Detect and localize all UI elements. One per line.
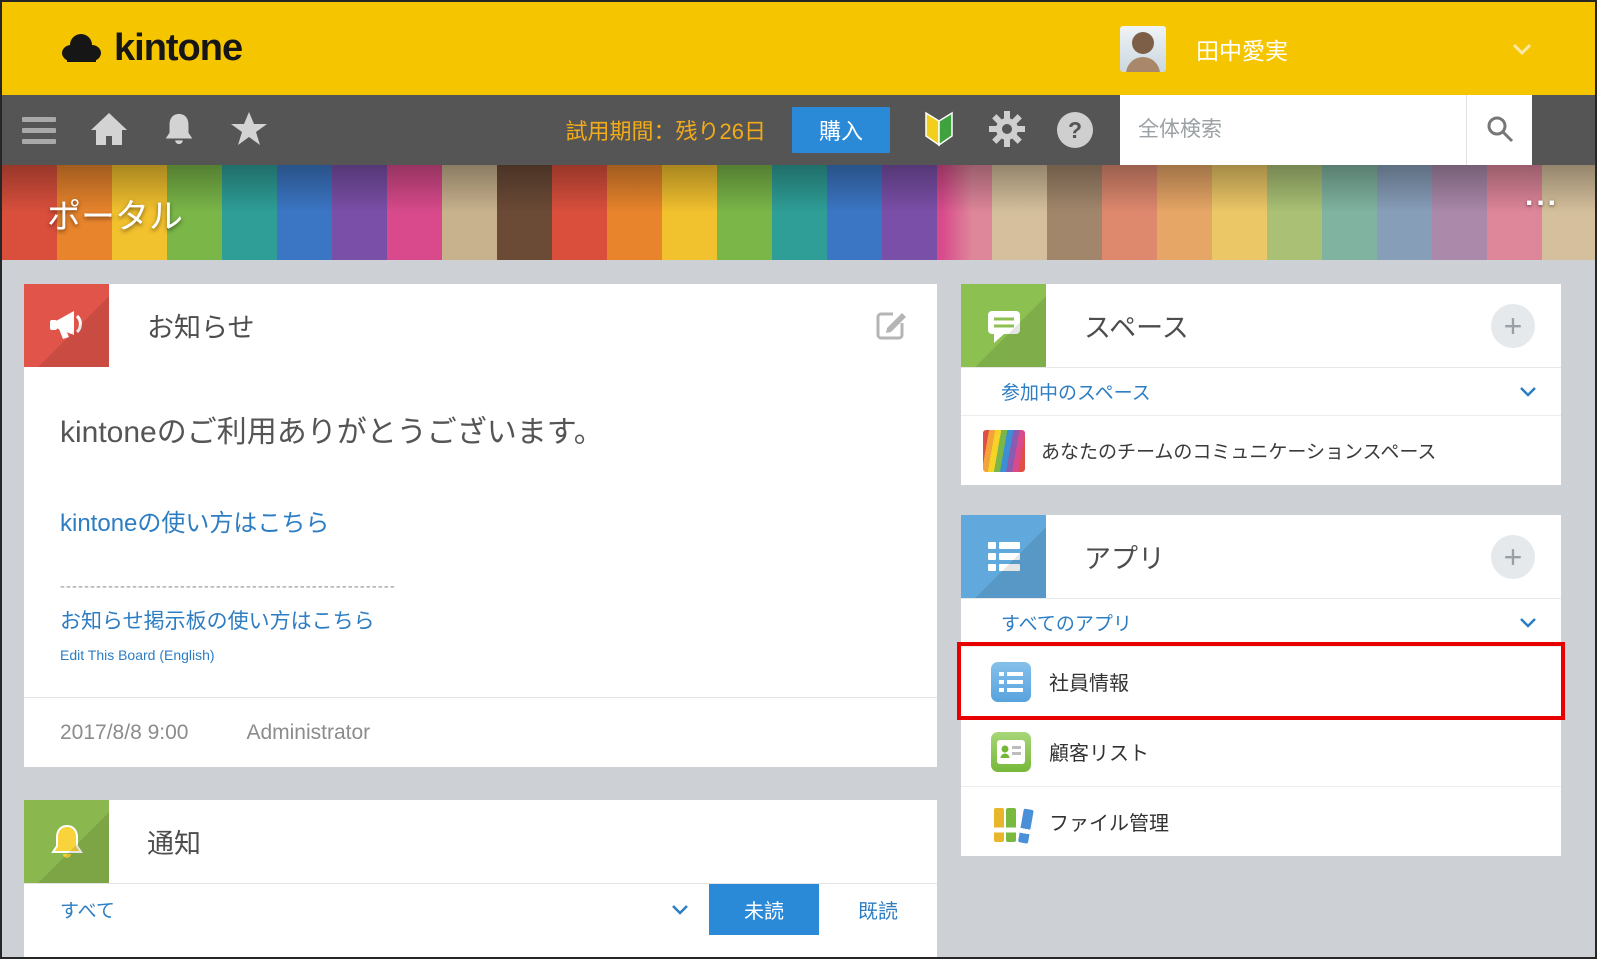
notifications-title: 通知 xyxy=(147,822,201,861)
app-name: 社員情報 xyxy=(1049,667,1129,696)
edit-board-button[interactable] xyxy=(873,306,909,345)
hamburger-menu-button[interactable] xyxy=(16,95,62,165)
search-icon xyxy=(1485,114,1515,147)
global-search xyxy=(1120,95,1532,165)
avatar xyxy=(1120,26,1166,72)
announcement-heading: kintoneのご利用ありがとうございます。 xyxy=(60,407,901,451)
bell-icon xyxy=(160,111,198,150)
notifications-panel: 通知 すべて 未読 既読 xyxy=(24,800,937,957)
announcement-author: Administrator xyxy=(246,721,370,745)
announcement-panel: お知らせ kintoneのご利用ありがとうございます。 kintoneの使い方は… xyxy=(24,284,937,767)
spaces-header: スペース + xyxy=(961,284,1561,367)
chevron-down-icon xyxy=(1512,43,1532,55)
announcement-header: お知らせ xyxy=(24,284,937,367)
notifications-filter-label: すべて xyxy=(60,896,115,923)
apps-title: アプリ xyxy=(1084,537,1165,576)
home-button[interactable] xyxy=(86,95,132,165)
spaces-filter-label: 参加中のスペース xyxy=(1001,378,1151,405)
main-navbar: 試用期間：残り26日 購入 xyxy=(2,95,1595,165)
kintone-logo[interactable]: kintone xyxy=(58,27,242,70)
logo-text: kintone xyxy=(114,27,242,70)
home-icon xyxy=(89,111,129,150)
edit-pencil-icon xyxy=(873,306,909,345)
space-name: あなたのチームのコミュニケーションスペース xyxy=(1041,437,1436,464)
announcement-timestamp: 2017/8/8 9:00 xyxy=(60,721,188,745)
speech-bubble-icon xyxy=(961,284,1046,367)
dashed-divider: ----------------------------------------… xyxy=(60,578,901,595)
announcement-title: お知らせ xyxy=(147,306,254,345)
settings-button[interactable] xyxy=(984,95,1030,165)
kintone-portal-page: kintone 田中愛実 xyxy=(0,0,1597,959)
app-name: 顧客リスト xyxy=(1049,737,1149,766)
hamburger-icon xyxy=(22,117,56,144)
app-item[interactable]: 顧客リスト xyxy=(961,716,1561,786)
buy-button[interactable]: 購入 xyxy=(792,107,890,153)
page-title: ポータル xyxy=(47,189,183,238)
more-options-button[interactable]: ... xyxy=(1525,179,1559,213)
read-tab[interactable]: 既読 xyxy=(819,884,937,935)
app-item[interactable]: ファイル管理 xyxy=(961,786,1561,856)
spaces-title: スペース xyxy=(1084,306,1189,345)
apps-panel: アプリ + すべてのアプリ 社員情報 xyxy=(961,515,1561,856)
star-icon xyxy=(230,111,268,150)
notifications-header: 通知 xyxy=(24,800,937,883)
nav-icon-group xyxy=(16,95,272,165)
app-name: ファイル管理 xyxy=(1049,807,1169,836)
board-usage-link[interactable]: お知らせ掲示板の使い方はこちら xyxy=(60,605,375,635)
beginner-guide-button[interactable] xyxy=(916,95,962,165)
megaphone-icon xyxy=(24,284,109,367)
customer-list-app-icon xyxy=(991,732,1031,772)
app-item[interactable]: 社員情報 xyxy=(961,646,1561,716)
portal-content: お知らせ kintoneのご利用ありがとうございます。 kintoneの使い方は… xyxy=(2,260,1595,957)
user-name: 田中愛実 xyxy=(1196,32,1288,66)
cloud-logo-icon xyxy=(58,31,104,66)
apps-filter-select[interactable]: すべてのアプリ xyxy=(961,598,1561,646)
apps-header: アプリ + xyxy=(961,515,1561,598)
unread-tab[interactable]: 未読 xyxy=(709,884,819,935)
top-header: kintone 田中愛実 xyxy=(2,2,1595,95)
chevron-down-icon xyxy=(1519,386,1537,397)
chevron-down-icon xyxy=(671,904,689,915)
add-space-button[interactable]: + xyxy=(1491,304,1535,348)
kintone-usage-link[interactable]: kintoneの使い方はこちら xyxy=(60,503,329,538)
space-thumbnail xyxy=(983,430,1025,472)
left-column: お知らせ kintoneのご利用ありがとうございます。 kintoneの使い方は… xyxy=(24,284,937,957)
trial-period-text: 試用期間：残り26日 xyxy=(566,114,766,146)
file-management-app-icon xyxy=(991,802,1031,842)
space-item[interactable]: あなたのチームのコミュニケーションスペース xyxy=(961,415,1561,485)
announcement-footer: 2017/8/8 9:00 Administrator xyxy=(24,697,937,767)
app-list-icon xyxy=(961,515,1046,598)
favorites-button[interactable] xyxy=(226,95,272,165)
help-button[interactable]: ? xyxy=(1052,95,1098,165)
right-column: スペース + 参加中のスペース あなたのチームのコミュニケーションスペース xyxy=(961,284,1561,957)
chevron-down-icon xyxy=(1519,617,1537,628)
edit-board-english-link[interactable]: Edit This Board (English) xyxy=(60,647,215,663)
announcement-body: kintoneのご利用ありがとうございます。 kintoneの使い方はこちら -… xyxy=(24,367,937,663)
spaces-panel: スペース + 参加中のスペース あなたのチームのコミュニケーションスペース xyxy=(961,284,1561,485)
question-icon: ? xyxy=(1057,112,1093,148)
employee-info-app-icon xyxy=(991,662,1031,702)
apps-filter-label: すべてのアプリ xyxy=(1001,609,1132,636)
search-button[interactable] xyxy=(1466,95,1532,165)
notifications-button[interactable] xyxy=(156,95,202,165)
portal-cover-image: ポータル ... xyxy=(2,165,1595,260)
user-menu[interactable]: 田中愛実 xyxy=(1120,26,1532,72)
notifications-filter-select[interactable]: すべて xyxy=(24,884,709,935)
search-input[interactable] xyxy=(1120,95,1466,165)
notifications-filter-bar: すべて 未読 既読 xyxy=(24,883,937,935)
notifications-list-area xyxy=(24,935,937,957)
spaces-filter-select[interactable]: 参加中のスペース xyxy=(961,367,1561,415)
gear-icon xyxy=(988,110,1026,151)
notification-bell-icon xyxy=(24,800,109,883)
beginner-mark-icon xyxy=(924,111,954,150)
add-app-button[interactable]: + xyxy=(1491,535,1535,579)
